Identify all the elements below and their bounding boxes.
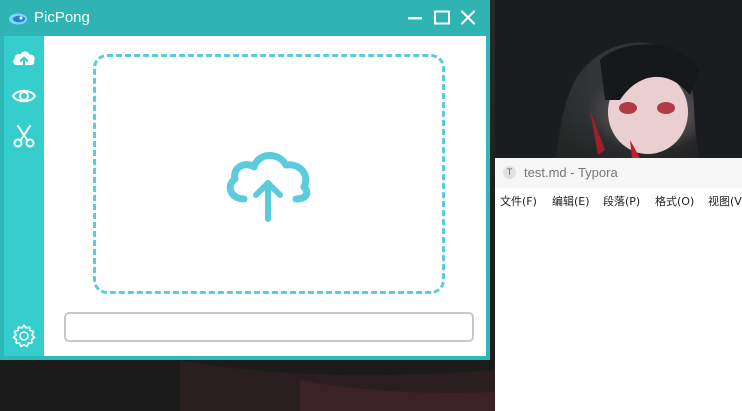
picpong-window: PicPong — [0, 0, 490, 360]
app-logo-icon — [9, 13, 27, 25]
minimize-icon — [408, 17, 422, 20]
scissors-icon — [13, 125, 35, 148]
image-drop-zone[interactable] — [93, 54, 445, 294]
typora-title-bar[interactable]: T test.md - Typora — [495, 158, 742, 188]
sidebar — [4, 36, 44, 356]
url-input[interactable] — [64, 312, 474, 342]
maximize-icon — [434, 10, 450, 25]
sidebar-item-upload[interactable] — [10, 44, 38, 72]
menu-edit[interactable]: 编辑(E) — [552, 193, 590, 209]
cloud-upload-icon — [13, 51, 35, 68]
sidebar-item-cut[interactable] — [10, 122, 38, 150]
maximize-button[interactable] — [431, 8, 453, 28]
close-button[interactable] — [457, 8, 479, 28]
cloud-upload-icon — [226, 152, 311, 222]
minimize-button[interactable] — [404, 8, 426, 28]
menu-paragraph[interactable]: 段落(P) — [603, 193, 640, 209]
app-title: PicPong — [34, 9, 90, 26]
menu-file[interactable]: 文件(F) — [500, 193, 537, 209]
typora-app-icon: T — [503, 166, 516, 179]
typora-menu-bar: 文件(F) 编辑(E) 段落(P) 格式(O) 视图(V) — [495, 188, 742, 212]
close-icon — [460, 10, 476, 25]
eye-icon — [11, 89, 37, 103]
title-bar[interactable]: PicPong — [0, 0, 490, 36]
menu-view[interactable]: 视图(V) — [708, 193, 742, 209]
sidebar-item-view[interactable] — [10, 82, 38, 110]
gear-icon — [12, 324, 36, 348]
typora-window: T test.md - Typora 文件(F) 编辑(E) 段落(P) 格式(… — [495, 158, 742, 411]
sidebar-item-settings[interactable] — [10, 322, 38, 350]
main-content — [44, 36, 486, 356]
typora-window-title: test.md - Typora — [524, 165, 618, 180]
typora-editor-area[interactable] — [495, 212, 742, 411]
menu-format[interactable]: 格式(O) — [655, 193, 694, 209]
